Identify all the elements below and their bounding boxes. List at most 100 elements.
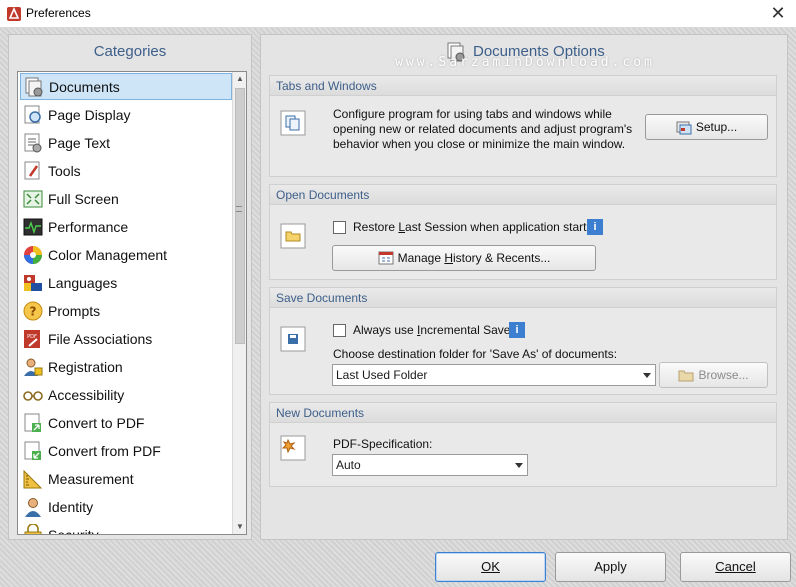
category-label: Measurement bbox=[48, 470, 134, 487]
ok-button[interactable]: OK bbox=[435, 552, 546, 582]
category-identity[interactable]: Identity bbox=[20, 493, 232, 520]
dialog-body: Categories Documents Page Display Page T… bbox=[0, 28, 796, 587]
security-icon bbox=[24, 523, 42, 534]
category-label: Convert to PDF bbox=[48, 414, 145, 431]
tabs-windows-desc-line3: behavior when you close or minimize the … bbox=[333, 137, 626, 151]
destination-folder-select[interactable]: Last Used Folder bbox=[332, 364, 656, 386]
tabs-windows-icon bbox=[280, 110, 306, 136]
category-performance[interactable]: Performance bbox=[20, 213, 232, 240]
tabs-windows-title: Tabs and Windows bbox=[270, 76, 776, 96]
pdf-spec-select[interactable]: Auto bbox=[332, 454, 528, 476]
question-icon: ? bbox=[23, 301, 43, 320]
tools-icon bbox=[24, 161, 40, 179]
scroll-grip bbox=[236, 206, 242, 212]
category-measurement[interactable]: Measurement bbox=[20, 465, 232, 492]
categories-panel: Categories Documents Page Display Page T… bbox=[8, 34, 252, 540]
tabs-windows-desc-line2: opening new or related documents and adj… bbox=[333, 122, 633, 136]
window-title: Preferences bbox=[26, 6, 91, 20]
incremental-save-info-icon[interactable]: i bbox=[509, 322, 525, 338]
category-prompts[interactable]: ? Prompts bbox=[20, 297, 232, 324]
restore-session-info-icon[interactable]: i bbox=[587, 219, 603, 235]
incremental-save-label: Always use Incremental Save bbox=[353, 323, 511, 337]
categories-header: Categories bbox=[93, 43, 167, 60]
category-accessibility[interactable]: Accessibility bbox=[20, 381, 232, 408]
scroll-up-arrow[interactable]: ▲ bbox=[233, 72, 246, 86]
restore-session-checkbox[interactable] bbox=[333, 221, 346, 234]
save-documents-section: Save Documents Always use Incremental Sa… bbox=[269, 287, 777, 395]
open-folder-icon bbox=[280, 223, 306, 249]
setup-icon bbox=[676, 121, 692, 135]
history-icon bbox=[378, 251, 394, 265]
category-label: Color Management bbox=[48, 246, 168, 263]
category-page-display[interactable]: Page Display bbox=[20, 101, 232, 128]
tabs-windows-desc-line1: Configure program for using tabs and win… bbox=[333, 107, 612, 121]
category-label: Page Display bbox=[48, 106, 131, 123]
category-label: Accessibility bbox=[48, 386, 125, 403]
open-documents-title: Open Documents bbox=[270, 185, 776, 205]
setup-label: Setup... bbox=[695, 120, 738, 134]
page-display-icon bbox=[24, 105, 41, 123]
glasses-icon bbox=[23, 390, 43, 401]
destination-folder-label: Choose destination folder for 'Save As' … bbox=[333, 347, 618, 361]
category-label: Identity bbox=[48, 498, 94, 515]
category-color-management[interactable]: Color Management bbox=[20, 241, 232, 268]
restore-session-label: Restore Last Session when application st… bbox=[353, 220, 593, 234]
new-documents-section: New Documents PDF-Specification: Auto bbox=[269, 402, 777, 487]
apply-button[interactable]: Apply bbox=[555, 552, 666, 582]
page-text-icon bbox=[24, 133, 42, 152]
category-label: Tools bbox=[48, 162, 81, 179]
categories-list[interactable]: Documents Page Display Page Text Tools F… bbox=[17, 71, 247, 535]
category-label: Registration bbox=[48, 358, 123, 375]
new-documents-title: New Documents bbox=[270, 403, 776, 423]
category-security[interactable]: Security bbox=[20, 521, 232, 534]
category-documents[interactable]: Documents bbox=[20, 73, 232, 100]
svg-text:?: ? bbox=[30, 304, 37, 318]
scroll-thumb[interactable] bbox=[235, 88, 245, 344]
save-icon bbox=[280, 326, 306, 352]
category-label: Performance bbox=[48, 218, 129, 235]
categories-scrollbar[interactable]: ▲ ▼ bbox=[232, 72, 246, 534]
browse-label: Browse... bbox=[698, 368, 749, 382]
category-file-associations[interactable]: PDF File Associations bbox=[20, 325, 232, 352]
save-documents-title: Save Documents bbox=[270, 288, 776, 308]
pdf-file-icon: PDF bbox=[24, 329, 40, 348]
open-documents-section: Open Documents Restore Last Session when… bbox=[269, 184, 777, 280]
app-logo-icon bbox=[7, 7, 21, 21]
category-page-text[interactable]: Page Text bbox=[20, 129, 232, 156]
convert-to-pdf-icon bbox=[24, 413, 41, 432]
setup-button[interactable]: Setup... bbox=[645, 114, 768, 140]
pdf-spec-value: Auto bbox=[336, 458, 361, 472]
incremental-save-checkbox[interactable] bbox=[333, 324, 346, 337]
category-label: Languages bbox=[48, 274, 118, 291]
full-screen-icon bbox=[23, 190, 43, 207]
browse-button[interactable]: Browse... bbox=[659, 362, 768, 388]
convert-from-pdf-icon bbox=[24, 441, 41, 460]
category-full-screen[interactable]: Full Screen bbox=[20, 185, 232, 212]
identity-icon bbox=[25, 497, 41, 517]
category-label: Page Text bbox=[48, 134, 111, 151]
category-tools[interactable]: Tools bbox=[20, 157, 232, 184]
watermark-text: www.SarzaminDownload.com bbox=[395, 55, 655, 70]
destination-folder-value: Last Used Folder bbox=[336, 368, 428, 382]
cancel-button[interactable]: Cancel bbox=[680, 552, 791, 582]
ruler-icon bbox=[23, 469, 43, 488]
category-languages[interactable]: Languages bbox=[20, 269, 232, 296]
category-convert-to-pdf[interactable]: Convert to PDF bbox=[20, 409, 232, 436]
chevron-down-icon bbox=[643, 373, 651, 378]
new-document-icon bbox=[280, 435, 306, 461]
registration-icon bbox=[24, 358, 43, 376]
performance-icon bbox=[23, 218, 43, 235]
pdf-spec-label: PDF-Specification: bbox=[333, 437, 433, 451]
browse-folder-icon bbox=[678, 370, 694, 382]
close-button[interactable]: ✕ bbox=[768, 2, 788, 24]
scroll-down-arrow[interactable]: ▼ bbox=[233, 520, 246, 534]
category-convert-from-pdf[interactable]: Convert from PDF bbox=[20, 437, 232, 464]
options-panel: Documents Options www.SarzaminDownload.c… bbox=[260, 34, 788, 540]
documents-icon bbox=[25, 77, 43, 96]
category-registration[interactable]: Registration bbox=[20, 353, 232, 380]
chevron-down-icon bbox=[515, 463, 523, 468]
languages-icon bbox=[24, 274, 42, 291]
manage-history-label: Manage History & Recents... bbox=[397, 251, 551, 265]
manage-history-button[interactable]: Manage History & Recents... bbox=[332, 245, 596, 271]
category-label: File Associations bbox=[48, 330, 153, 347]
